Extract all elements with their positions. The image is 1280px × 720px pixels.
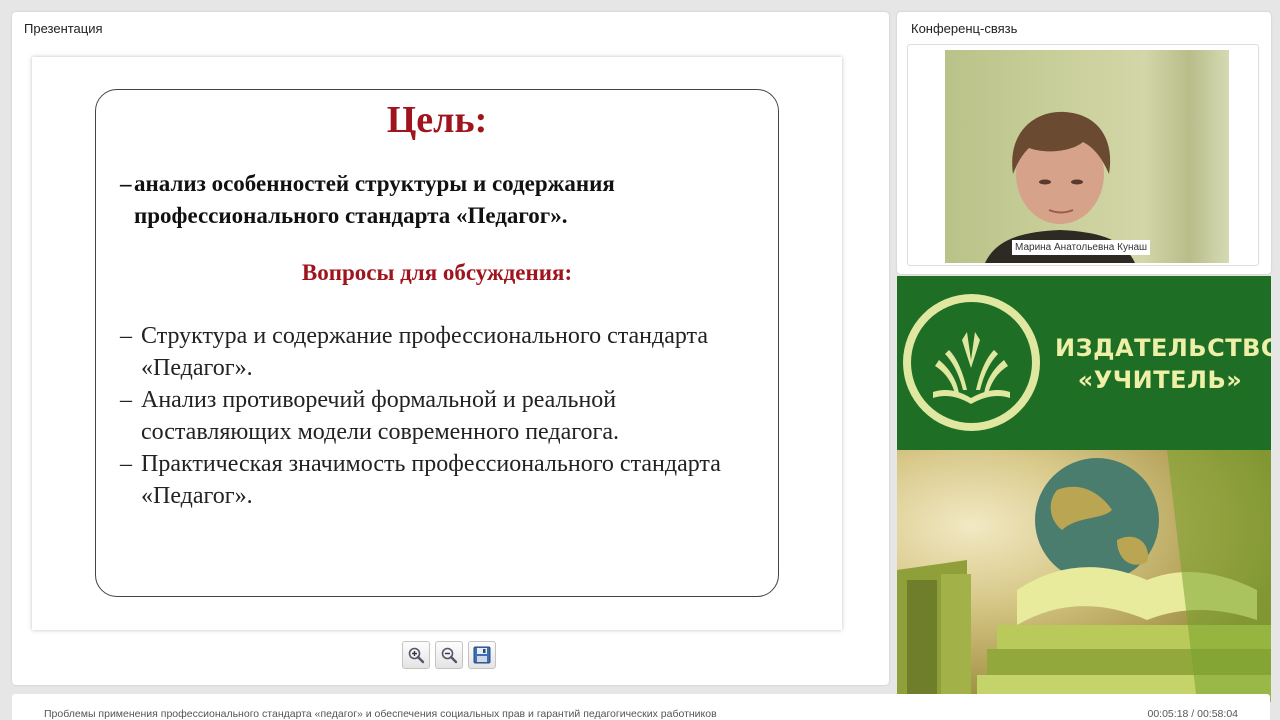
publisher-name: ИЗДАТЕЛЬСТВО «УЧИТЕЛЬ» <box>1055 332 1271 396</box>
publisher-name-line1: ИЗДАТЕЛЬСТВО <box>1055 334 1271 362</box>
question-dash: – <box>120 387 132 413</box>
publisher-banner: ИЗДАТЕЛЬСТВО «УЧИТЕЛЬ» <box>897 276 1271 702</box>
question-dash: – <box>120 451 132 477</box>
presentation-panel-title: Презентация <box>24 21 103 36</box>
question-text: Структура и содержание профессионального… <box>141 323 708 381</box>
conference-panel-title: Конференц-связь <box>911 21 1018 36</box>
questions-heading: Вопросы для обсуждения: <box>301 260 573 285</box>
question-text: Практическая значимость профессиональног… <box>141 451 721 509</box>
banner-header: ИЗДАТЕЛЬСТВО «УЧИТЕЛЬ» <box>897 276 1271 450</box>
speaker-name-label: Марина Анатольевна Кунаш <box>1012 240 1151 255</box>
publisher-name-line2: «УЧИТЕЛЬ» <box>1077 366 1243 394</box>
publisher-logo <box>903 294 1040 431</box>
footer-bar: Проблемы применения профессионального ст… <box>12 694 1270 720</box>
slide-toolbar <box>402 641 496 669</box>
question-dash: – <box>120 323 132 349</box>
goal-dash: – <box>120 171 132 196</box>
open-book-logo-icon <box>933 332 1010 404</box>
question-item: – Структура и содержание профессионально… <box>120 320 760 384</box>
zoom-out-button[interactable] <box>435 641 463 669</box>
speaker-silhouette <box>985 111 1135 263</box>
speaker-video[interactable]: Марина Анатольевна Кунаш <box>945 50 1229 263</box>
slide-goal: – анализ особенностей структуры и содерж… <box>120 168 760 232</box>
webcam-container: Марина Анатольевна Кунаш <box>907 44 1259 266</box>
banner-books-globe-image <box>897 450 1271 702</box>
playback-timecode: 00:05:18 / 00:58:04 <box>1147 708 1239 720</box>
goal-text: анализ особенностей структуры и содержан… <box>134 171 615 228</box>
questions-list: – Структура и содержание профессионально… <box>120 320 760 512</box>
slide-viewer[interactable]: Цель: – анализ особенностей структуры и … <box>32 57 842 630</box>
zoom-in-button[interactable] <box>402 641 430 669</box>
question-item: – Практическая значимость профессиональн… <box>120 448 760 512</box>
books-globe-illustration <box>897 450 1271 702</box>
presentation-panel: Презентация Цель: – анализ особенностей … <box>12 12 889 685</box>
conference-panel: Конференц-связь Марина Анатольевна Кунаш <box>897 12 1271 274</box>
magnifier-minus-icon <box>441 647 458 664</box>
webinar-title: Проблемы применения профессионального ст… <box>44 708 717 720</box>
floppy-disk-icon <box>473 646 491 664</box>
slide-frame: Цель: – анализ особенностей структуры и … <box>95 89 779 597</box>
question-text: Анализ противоречий формальной и реально… <box>141 387 619 445</box>
question-item: – Анализ противоречий формальной и реаль… <box>120 384 760 448</box>
slide-title: Цель: <box>386 99 488 141</box>
magnifier-plus-icon <box>408 647 425 664</box>
save-button[interactable] <box>468 641 496 669</box>
